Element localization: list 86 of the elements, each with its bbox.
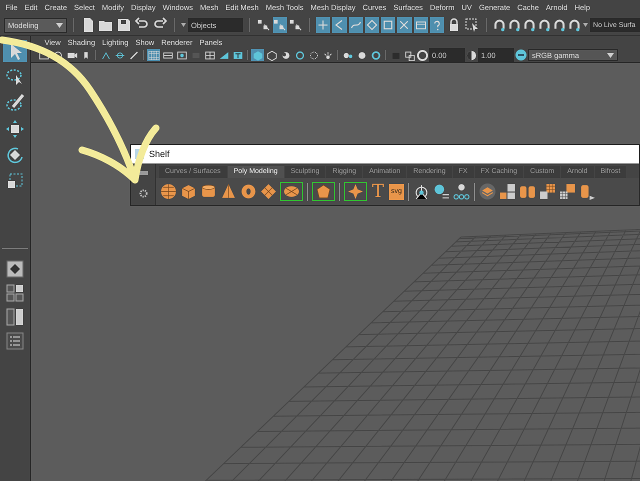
select-component-icon — [273, 18, 286, 32]
selection-mode-button[interactable] — [288, 17, 304, 33]
aperture-icon[interactable] — [417, 50, 428, 60]
gamma-icon[interactable] — [466, 50, 477, 60]
nodes-icon[interactable] — [452, 183, 470, 200]
pivot-icon[interactable] — [412, 183, 430, 200]
square-button[interactable] — [231, 49, 244, 61]
color-management-icon[interactable] — [515, 49, 527, 61]
question-button[interactable] — [430, 17, 444, 33]
platonic-tool-button[interactable] — [312, 182, 335, 201]
cross-icon — [317, 19, 330, 31]
clock-icon[interactable] — [432, 183, 450, 200]
light-icon — [322, 50, 334, 60]
scale-icon — [5, 171, 25, 191]
cross-button[interactable] — [316, 17, 330, 33]
film-icon — [414, 19, 427, 31]
cube-icon — [266, 50, 278, 60]
diamond-icon — [366, 19, 378, 31]
caret-icon[interactable] — [56, 22, 64, 28]
magnet-icon[interactable] — [493, 18, 506, 32]
pencil-icon — [128, 50, 140, 60]
cylinder-icon[interactable] — [578, 183, 596, 200]
four-view-layout-button[interactable] — [4, 283, 26, 303]
triangle-button[interactable] — [217, 49, 230, 61]
rectangle-button[interactable] — [175, 49, 188, 61]
circle-button[interactable] — [293, 49, 306, 61]
circle-button[interactable] — [369, 49, 382, 61]
rotate-icon — [5, 145, 25, 165]
grid-blocks-icon[interactable] — [538, 183, 556, 200]
grid-button[interactable] — [203, 49, 216, 61]
single-view-layout-button[interactable] — [4, 259, 26, 279]
select-component-icon — [289, 18, 302, 32]
cone-icon[interactable] — [220, 183, 237, 200]
save-icon[interactable] — [116, 17, 132, 33]
cube-icon[interactable] — [180, 183, 197, 200]
caret-icon[interactable] — [583, 23, 588, 27]
split-cylinder-icon[interactable] — [518, 183, 536, 200]
torus-icon[interactable] — [240, 183, 257, 200]
gear-icon[interactable] — [138, 189, 148, 198]
grid-icon — [204, 50, 216, 60]
circle-icon — [294, 50, 306, 60]
select-component-icon — [256, 18, 270, 32]
cross-icon — [398, 19, 410, 31]
square-icon — [382, 19, 394, 31]
triangle-icon — [218, 50, 230, 60]
lasso-icon — [5, 67, 25, 87]
selection-mode-button[interactable] — [256, 17, 271, 33]
squares-icon — [404, 50, 416, 60]
circle-icon — [308, 50, 320, 60]
sphere-icon[interactable] — [160, 183, 177, 200]
cylinder-icon[interactable] — [200, 183, 217, 200]
cube-button[interactable] — [265, 49, 278, 61]
sphere-icon — [356, 50, 368, 60]
magnet-icon[interactable] — [523, 18, 536, 32]
diamond-icon[interactable] — [260, 183, 277, 200]
blocks-icon[interactable] — [498, 183, 516, 200]
grid-icon — [148, 50, 160, 60]
squares-button[interactable] — [403, 49, 416, 61]
magnet-icon[interactable] — [538, 18, 552, 32]
magnet-icon[interactable] — [553, 18, 566, 32]
layers-icon[interactable] — [478, 183, 496, 200]
disc-tool-button[interactable] — [280, 182, 303, 201]
selection-icon[interactable] — [464, 17, 480, 33]
magnet-icon[interactable] — [568, 18, 582, 32]
move-icon — [5, 119, 25, 139]
grid-blocks-icon[interactable] — [558, 183, 576, 200]
circle-button[interactable] — [307, 49, 320, 61]
star-tool-button[interactable] — [344, 182, 367, 201]
rectangle-icon — [176, 50, 188, 60]
window-title: Shelf — [149, 149, 170, 159]
diamond-button[interactable] — [364, 17, 380, 33]
text-tool[interactable]: T — [370, 182, 386, 200]
rectangle-icon — [162, 50, 174, 60]
curve-button[interactable] — [348, 17, 363, 33]
magnet-icon[interactable] — [508, 18, 522, 32]
paint-brush-icon — [5, 93, 25, 113]
caret-icon[interactable] — [607, 52, 614, 58]
selection-mode-button[interactable] — [272, 17, 287, 33]
two-view-layout-button[interactable] — [4, 307, 26, 327]
circle-icon — [370, 50, 382, 60]
curve-icon — [350, 19, 362, 31]
circle-icon — [114, 50, 126, 60]
square-button[interactable] — [381, 17, 396, 33]
caret-icon[interactable] — [181, 23, 186, 27]
film-button[interactable] — [414, 17, 428, 33]
outliner-layout-button[interactable] — [4, 331, 26, 351]
